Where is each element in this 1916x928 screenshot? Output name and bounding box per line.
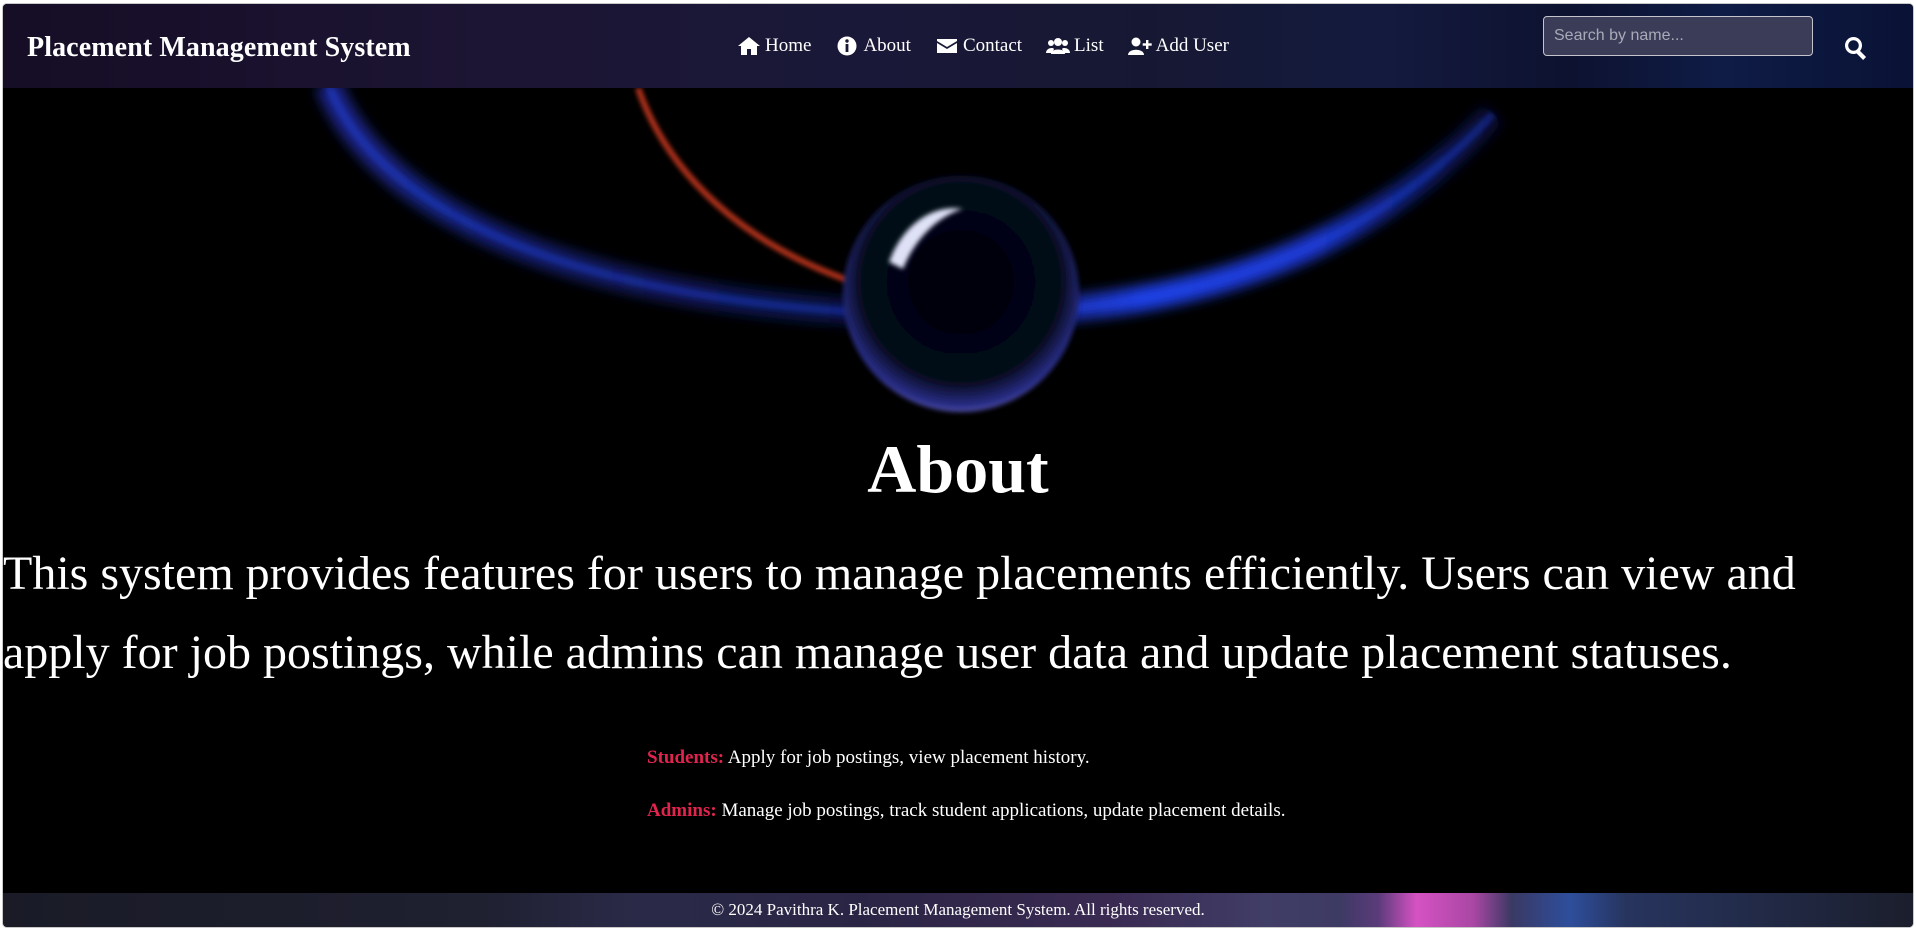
role-text: Apply for job postings, view placement h…: [727, 747, 1090, 768]
home-icon: [738, 37, 760, 55]
brand-title[interactable]: Placement Management System: [27, 32, 411, 64]
footer-text: © 2024 Pavithra K. Placement Management …: [711, 900, 1205, 919]
role-name: Students:: [647, 747, 725, 768]
role-name: Admins:: [647, 800, 717, 821]
nav-list[interactable]: List: [1046, 35, 1104, 57]
nav-home-label: Home: [765, 35, 812, 56]
nav-add-user-label: Add User: [1155, 35, 1229, 56]
users-icon: [1046, 38, 1071, 54]
nav-links: Home About Contact List Add User: [737, 35, 1229, 57]
search-icon: [1845, 37, 1867, 60]
about-description: This system provides features for users …: [3, 547, 1796, 679]
role-item-admins: Admins: Manage job postings, track stude…: [647, 799, 1285, 823]
nav-add-user[interactable]: Add User: [1127, 35, 1229, 57]
nav-about[interactable]: About: [835, 35, 911, 57]
role-item-students: Students: Apply for job postings, view p…: [647, 746, 1285, 770]
envelope-icon: [936, 39, 957, 53]
role-text: Manage job postings, track student appli…: [721, 800, 1286, 821]
nav-contact-label: Contact: [962, 35, 1023, 56]
nav-contact[interactable]: Contact: [935, 35, 1022, 57]
page-frame: Placement Management System Home About C…: [3, 4, 1913, 927]
nav-home[interactable]: Home: [737, 35, 811, 57]
search-button[interactable]: [1841, 33, 1871, 63]
footer: © 2024 Pavithra K. Placement Management …: [3, 893, 1913, 927]
user-plus-icon: [1127, 37, 1152, 55]
info-circle-icon: [837, 36, 857, 56]
role-list: Students: Apply for job postings, view p…: [647, 746, 1285, 852]
page-title: About: [867, 431, 1049, 507]
navbar: Placement Management System Home About C…: [3, 4, 1913, 88]
nav-about-label: About: [863, 35, 911, 56]
search-input[interactable]: [1543, 16, 1813, 56]
nav-list-label: List: [1074, 35, 1104, 56]
